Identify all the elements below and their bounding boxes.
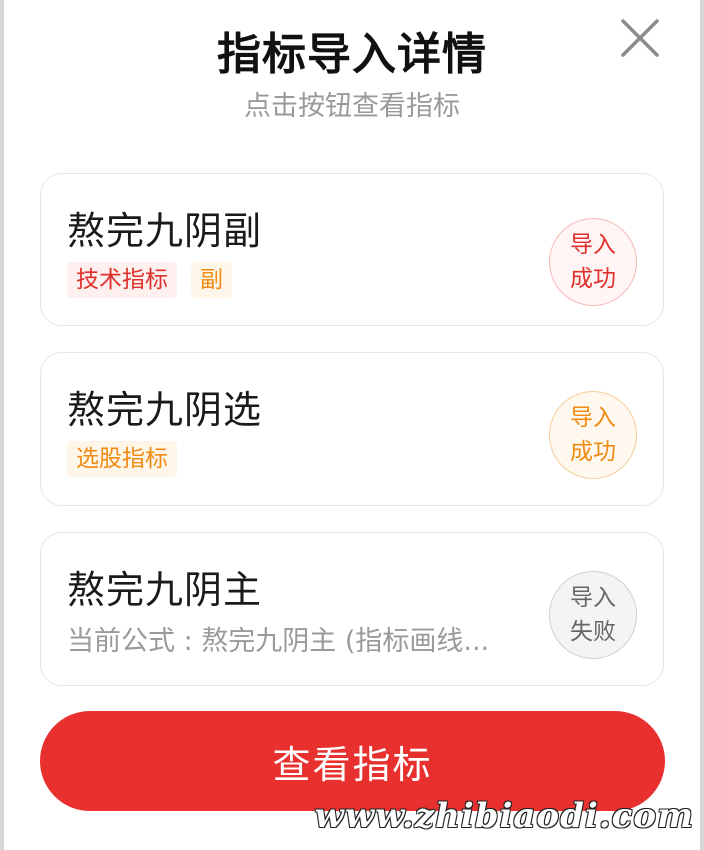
status-line-1: 导入 — [570, 405, 616, 431]
indicator-name: 熬完九阴主 — [67, 568, 263, 612]
tag-indicator-type: 选股指标 — [67, 441, 177, 477]
indicator-name: 熬完九阴副 — [67, 209, 263, 253]
backdrop-edge-left — [0, 0, 4, 850]
tag-indicator-position: 副 — [191, 262, 232, 298]
import-status-badge: 导入 成功 — [549, 218, 637, 306]
dialog-subtitle: 点击按钮查看指标 — [244, 91, 460, 122]
indicator-tags: 选股指标 — [67, 441, 177, 477]
status-line-1: 导入 — [570, 232, 616, 258]
status-line-2: 失败 — [570, 619, 616, 645]
status-line-1: 导入 — [570, 585, 616, 611]
tag-indicator-type: 技术指标 — [67, 262, 177, 298]
status-line-2: 成功 — [570, 266, 616, 292]
close-icon[interactable] — [620, 18, 660, 58]
import-detail-dialog: 指标导入详情 点击按钮查看指标 熬完九阴副 技术指标 副 导入 成功 熬完九阴选… — [0, 0, 704, 850]
formula-description: 当前公式 : 熬完九阴主 (指标画线... — [67, 626, 490, 657]
import-status-badge: 导入 成功 — [549, 391, 637, 479]
dialog-title: 指标导入详情 — [217, 29, 487, 80]
backdrop-edge-right — [700, 0, 704, 850]
indicator-card: 熬完九阴副 技术指标 副 导入 成功 — [40, 173, 664, 326]
indicator-name: 熬完九阴选 — [67, 388, 263, 432]
indicator-card: 熬完九阴选 选股指标 导入 成功 — [40, 352, 664, 506]
indicator-card: 熬完九阴主 当前公式 : 熬完九阴主 (指标画线... 导入 失败 — [40, 532, 664, 686]
import-status-badge: 导入 失败 — [549, 571, 637, 659]
site-watermark: www.zhibiaodi.com — [314, 796, 694, 836]
status-line-2: 成功 — [570, 439, 616, 465]
indicator-tags: 技术指标 副 — [67, 262, 232, 298]
